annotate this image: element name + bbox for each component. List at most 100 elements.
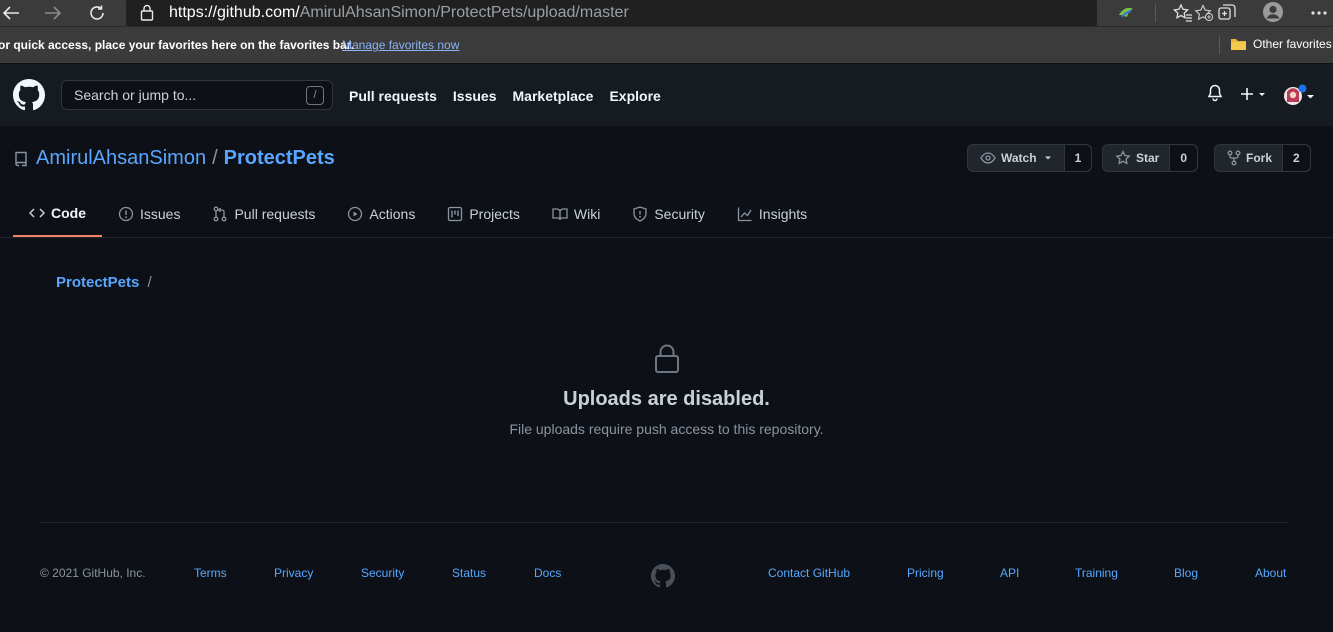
search-placeholder: Search or jump to... (74, 87, 197, 103)
footer-link-docs[interactable]: Docs (534, 566, 561, 580)
other-favorites[interactable]: Other favorites (1230, 37, 1332, 51)
repo-owner-link[interactable]: AmirulAhsanSimon (36, 147, 206, 170)
repo-icon (15, 151, 27, 166)
tab-wiki[interactable]: Wiki (536, 191, 616, 237)
watch-count[interactable]: 1 (1064, 145, 1092, 171)
create-new-button[interactable] (1240, 87, 1268, 106)
manage-favorites-link[interactable]: Manage favorites now (342, 38, 459, 52)
watch-button-group: Watch 1 (967, 144, 1093, 172)
code-icon (29, 208, 45, 218)
pull-request-icon (214, 206, 227, 222)
fork-count[interactable]: 2 (1283, 145, 1310, 171)
more-button[interactable] (1304, 0, 1333, 26)
star-label: Star (1136, 151, 1160, 165)
footer-link-privacy[interactable]: Privacy (274, 566, 313, 580)
footer-link-blog[interactable]: Blog (1174, 566, 1198, 580)
footer-link-security[interactable]: Security (361, 566, 404, 580)
footer-link-contact[interactable]: Contact GitHub (768, 566, 850, 580)
tab-security[interactable]: Security (616, 191, 721, 237)
repo-tabs: Code Issues Pull requests Actions Projec… (13, 191, 823, 238)
watch-button[interactable]: Watch (968, 145, 1065, 171)
forward-button[interactable] (38, 0, 68, 26)
tab-wiki-label: Wiki (573, 206, 601, 222)
header-nav: Pull requests Issues Marketplace Explore (349, 88, 661, 104)
fork-label: Fork (1246, 151, 1273, 165)
search-input[interactable]: Search or jump to... / (61, 80, 333, 110)
profile-icon[interactable] (1262, 1, 1284, 23)
footer-divider (40, 522, 1288, 523)
lock-icon (654, 344, 679, 373)
tab-actions-label: Actions (369, 206, 416, 222)
more-icon (1311, 11, 1327, 15)
nav-explore[interactable]: Explore (609, 88, 660, 104)
notifications-bell-icon[interactable] (1207, 84, 1223, 102)
footer-link-about[interactable]: About (1255, 566, 1286, 580)
arrow-left-icon (2, 6, 19, 20)
favorites-message: or quick access, place your favorites he… (0, 38, 355, 52)
avatar (1284, 84, 1314, 105)
repo-name-link[interactable]: ProtectPets (224, 147, 335, 170)
fork-button[interactable]: Fork (1215, 145, 1284, 171)
caret-down-icon (1044, 156, 1051, 160)
refresh-button[interactable] (82, 0, 112, 26)
folder-icon (1231, 39, 1246, 50)
watch-label: Watch (1001, 151, 1037, 165)
footer-copyright: © 2021 GitHub, Inc. (40, 566, 146, 580)
extension-icon[interactable] (1116, 3, 1136, 23)
nav-issues[interactable]: Issues (453, 88, 497, 104)
github-logo-icon[interactable] (13, 79, 45, 111)
fork-icon (1227, 150, 1241, 166)
blankslate-description: File uploads require push access to this… (509, 421, 824, 437)
tab-insights[interactable]: Insights (721, 191, 823, 237)
tab-projects[interactable]: Projects (431, 191, 536, 237)
refresh-icon (90, 5, 104, 20)
nav-marketplace[interactable]: Marketplace (513, 88, 594, 104)
url-path: AmirulAhsanSimon/ProtectPets/upload/mast… (299, 4, 629, 21)
tab-projects-label: Projects (469, 206, 520, 222)
back-button[interactable] (0, 0, 26, 26)
tab-actions[interactable]: Actions (331, 191, 431, 237)
browser-toolbar: https://github.com/AmirulAhsanSimon/Prot… (0, 0, 1333, 26)
footer-link-terms[interactable]: Terms (194, 566, 227, 580)
tab-issues[interactable]: Issues (102, 191, 196, 237)
address-bar[interactable]: https://github.com/AmirulAhsanSimon/Prot… (126, 0, 1214, 26)
graph-icon (737, 207, 752, 222)
url-host: https://github.com/ (169, 4, 300, 21)
tab-issues-label: Issues (140, 206, 181, 222)
footer-link-training[interactable]: Training (1075, 566, 1118, 580)
footer: © 2021 GitHub, Inc. Terms Privacy Securi… (0, 564, 1333, 588)
favorites-icon[interactable] (1173, 3, 1193, 23)
tab-security-label: Security (654, 206, 705, 222)
user-menu-button[interactable] (1283, 84, 1317, 113)
star-count[interactable]: 0 (1170, 145, 1198, 171)
play-icon (348, 206, 363, 222)
uploads-disabled-blankslate: Uploads are disabled. File uploads requi… (0, 344, 1333, 437)
fork-button-group: Fork 2 (1214, 144, 1311, 172)
github-mark-icon[interactable] (651, 564, 675, 588)
star-icon (1115, 150, 1131, 165)
blankslate-title: Uploads are disabled. (563, 388, 770, 410)
lock-icon (140, 4, 154, 21)
favorites-divider (1219, 36, 1220, 54)
search-shortcut-key: / (306, 86, 324, 105)
book-icon (552, 208, 568, 221)
project-icon (448, 206, 463, 222)
repo-title: AmirulAhsanSimon / ProtectPets (14, 147, 335, 170)
plus-icon (1241, 88, 1265, 100)
star-button[interactable]: Star (1103, 145, 1171, 171)
nav-pull-requests[interactable]: Pull requests (349, 88, 437, 104)
shield-icon (633, 206, 647, 222)
tab-code[interactable]: Code (13, 191, 102, 237)
breadcrumb-separator: / (147, 274, 152, 291)
footer-link-pricing[interactable]: Pricing (907, 566, 944, 580)
url-text: https://github.com/AmirulAhsanSimon/Prot… (169, 4, 629, 22)
toolbar-divider (1155, 4, 1156, 22)
arrow-right-icon (45, 6, 62, 20)
breadcrumb-repo-link[interactable]: ProtectPets (56, 274, 139, 291)
footer-link-status[interactable]: Status (452, 566, 486, 580)
breadcrumb: ProtectPets / (56, 274, 152, 291)
collections-icon[interactable] (1217, 3, 1237, 23)
footer-link-api[interactable]: API (1000, 566, 1019, 580)
tab-pull-requests[interactable]: Pull requests (196, 191, 331, 237)
add-favorite-icon[interactable] (1194, 4, 1214, 22)
